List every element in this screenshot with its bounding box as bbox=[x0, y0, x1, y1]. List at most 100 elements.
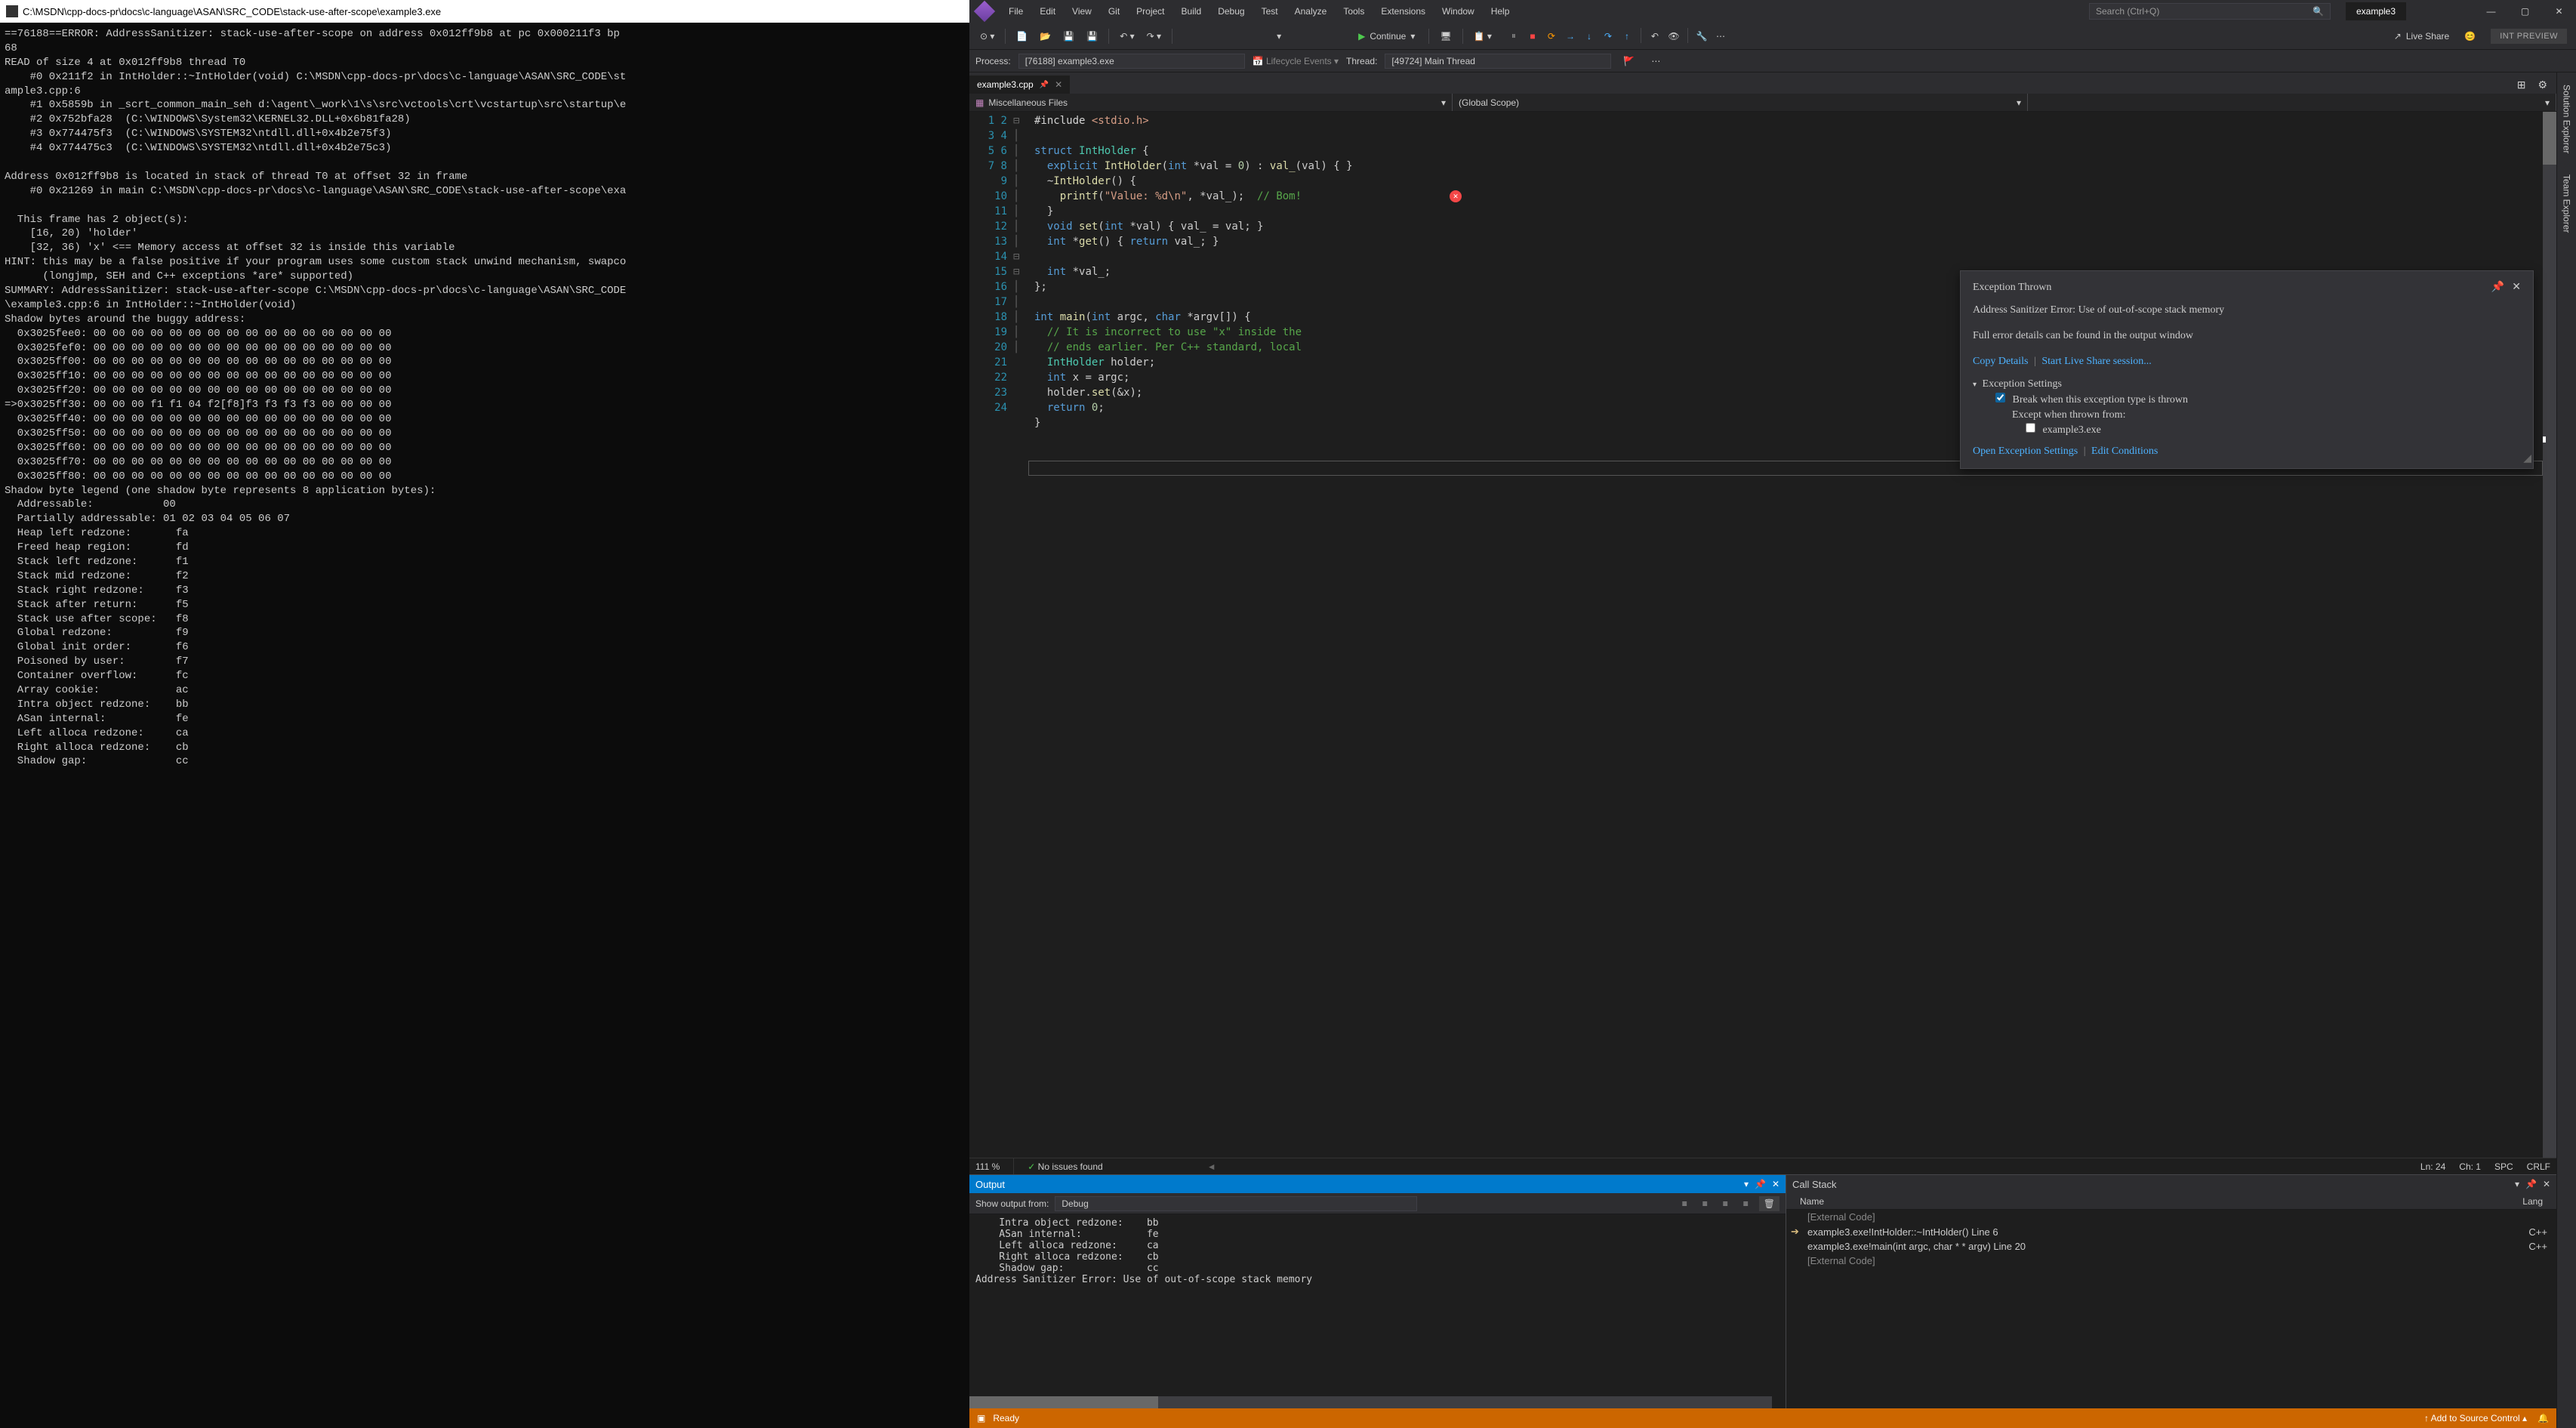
window-menu-icon[interactable]: ▾ bbox=[2515, 1179, 2519, 1189]
pin-popup-icon[interactable]: 📌 bbox=[2491, 280, 2504, 295]
pin-icon[interactable]: 📌 bbox=[2525, 1179, 2537, 1189]
callstack-columns[interactable]: Name Lang bbox=[1786, 1193, 2556, 1210]
close-button[interactable]: ✕ bbox=[2542, 0, 2576, 23]
minimize-button[interactable]: — bbox=[2474, 0, 2508, 23]
split-window-button[interactable]: ⊞ bbox=[2513, 76, 2531, 94]
resize-grip-icon[interactable]: ◢ bbox=[2523, 452, 2531, 467]
add-source-control-button[interactable]: ↑ Add to Source Control ▴ bbox=[2424, 1413, 2527, 1423]
copy-details-link[interactable]: Copy Details bbox=[1973, 356, 2029, 367]
solution-name-tab[interactable]: example3 bbox=[2346, 2, 2406, 20]
char-indicator[interactable]: Ch: 1 bbox=[2459, 1161, 2481, 1172]
menu-git[interactable]: Git bbox=[1101, 3, 1127, 20]
save-button[interactable]: 💾 bbox=[1058, 29, 1079, 44]
pin-icon[interactable]: 📌 bbox=[1755, 1179, 1766, 1189]
process-dropdown[interactable]: [76188] example3.exe bbox=[1018, 54, 1245, 69]
feedback-button[interactable]: 😊 bbox=[2460, 29, 2480, 44]
menu-edit[interactable]: Edit bbox=[1032, 3, 1063, 20]
clear-button[interactable]: 🗑 bbox=[1759, 1196, 1779, 1211]
callstack-frame[interactable]: ➔example3.exe!IntHolder::~IntHolder() Li… bbox=[1786, 1224, 2556, 1239]
menu-window[interactable]: Window bbox=[1434, 3, 1482, 20]
open-file-button[interactable]: 📂 bbox=[1035, 29, 1055, 44]
stop-button[interactable]: ■ bbox=[1524, 28, 1541, 45]
nav-back-button[interactable]: ⊙ ▾ bbox=[975, 29, 999, 44]
line-indicator[interactable]: Ln: 24 bbox=[2420, 1161, 2445, 1172]
close-icon[interactable]: ✕ bbox=[1772, 1179, 1779, 1189]
show-next-button[interactable]: → bbox=[1562, 28, 1579, 45]
lifecycle-events[interactable]: 📅 Lifecycle Events ▾ bbox=[1253, 56, 1339, 66]
pin-icon[interactable]: 📌 bbox=[1040, 81, 1049, 89]
script-button[interactable]: 📋 ▾ bbox=[1469, 29, 1496, 44]
nav-project-dropdown[interactable]: ▦ Miscellaneous Files ▾ bbox=[969, 94, 1453, 111]
menu-file[interactable]: File bbox=[1001, 3, 1031, 20]
menu-help[interactable]: Help bbox=[1484, 3, 1518, 20]
output-text[interactable]: Intra object redzone: bb ASan internal: … bbox=[969, 1214, 1786, 1396]
more-button[interactable]: ⋯ bbox=[1712, 28, 1729, 45]
output-header[interactable]: Output ▾ 📌 ✕ bbox=[969, 1175, 1786, 1193]
step-back-button[interactable]: ↶ bbox=[1647, 28, 1663, 45]
output-btn-2[interactable]: ≡ bbox=[1698, 1196, 1712, 1211]
save-all-button[interactable]: 💾 bbox=[1082, 29, 1102, 44]
stack-frame-button[interactable]: ⋯ bbox=[1647, 54, 1665, 69]
nav-member-dropdown[interactable]: ▾ bbox=[2028, 94, 2556, 111]
callstack-frame[interactable]: example3.exe!main(int argc, char * * arg… bbox=[1786, 1239, 2556, 1254]
step-into-button[interactable]: ↓ bbox=[1581, 28, 1598, 45]
flag-button[interactable]: 🚩 bbox=[1619, 54, 1639, 69]
pause-button[interactable]: ⏸ bbox=[1505, 28, 1522, 45]
callstack-frame[interactable]: [External Code] bbox=[1786, 1210, 2556, 1224]
close-popup-icon[interactable]: ✕ bbox=[2512, 280, 2521, 295]
editor-vertical-scrollbar[interactable] bbox=[2543, 112, 2556, 1158]
chevron-down-icon[interactable]: ▾ bbox=[1973, 381, 1977, 389]
start-live-share-link[interactable]: Start Live Share session... bbox=[2041, 356, 2151, 367]
menu-extensions[interactable]: Extensions bbox=[1373, 3, 1433, 20]
window-menu-icon[interactable]: ▾ bbox=[1744, 1179, 1749, 1189]
issues-status[interactable]: No issues found bbox=[1038, 1161, 1103, 1172]
edit-conditions-link[interactable]: Edit Conditions bbox=[2091, 446, 2158, 457]
config-dropdown[interactable] bbox=[1179, 34, 1269, 39]
zoom-level[interactable]: 111 % bbox=[975, 1161, 1000, 1172]
callstack-frame[interactable]: [External Code] bbox=[1786, 1254, 2556, 1268]
line-ending-indicator[interactable]: CRLF bbox=[2527, 1161, 2550, 1172]
code-editor[interactable]: 1 2 3 4 5 6 7 8 9 10 11 12 13 14 15 16 1… bbox=[969, 112, 2556, 1158]
menu-debug[interactable]: Debug bbox=[1210, 3, 1252, 20]
break-when-thrown-checkbox[interactable] bbox=[1995, 393, 2005, 402]
undo-button[interactable]: ↶ ▾ bbox=[1115, 29, 1139, 44]
menu-tools[interactable]: Tools bbox=[1336, 3, 1372, 20]
close-icon[interactable]: ✕ bbox=[2543, 1179, 2550, 1189]
redo-button[interactable]: ↷ ▾ bbox=[1142, 29, 1166, 44]
menu-project[interactable]: Project bbox=[1129, 3, 1172, 20]
call-stack-header[interactable]: Call Stack ▾ 📌 ✕ bbox=[1786, 1175, 2556, 1193]
watch-button[interactable]: 👁 bbox=[1665, 28, 1682, 45]
breakpoint-margin[interactable] bbox=[969, 112, 983, 1158]
close-tab-icon[interactable]: ✕ bbox=[1055, 79, 1062, 90]
step-out-button[interactable]: ↑ bbox=[1619, 28, 1635, 45]
code-content[interactable]: #include <stdio.h> struct IntHolder { ex… bbox=[1025, 112, 2543, 1158]
hscroll-left[interactable]: ◄ bbox=[1207, 1161, 1216, 1172]
callstack-body[interactable]: [External Code]➔example3.exe!IntHolder::… bbox=[1786, 1210, 2556, 1408]
open-exception-settings-link[interactable]: Open Exception Settings bbox=[1973, 446, 2078, 457]
restart-button[interactable]: ⟳ bbox=[1543, 28, 1560, 45]
menu-view[interactable]: View bbox=[1065, 3, 1099, 20]
notifications-button[interactable]: 🔔 bbox=[2537, 1413, 2549, 1423]
spaces-indicator[interactable]: SPC bbox=[2494, 1161, 2513, 1172]
document-tab-example3[interactable]: example3.cpp 📌 ✕ bbox=[969, 76, 1070, 94]
thread-dropdown[interactable]: [49724] Main Thread bbox=[1385, 54, 1611, 69]
output-btn-1[interactable]: ≡ bbox=[1678, 1196, 1692, 1211]
outlining-margin[interactable]: ⊟ │ │ │ │ │ │ │ │ ⊟ ⊟ │ │ │ │ │ bbox=[1013, 112, 1025, 1158]
tab-options-button[interactable]: ⚙ bbox=[2533, 76, 2552, 94]
step-over-button[interactable]: ↷ bbox=[1600, 28, 1616, 45]
team-explorer-tab[interactable]: Team Explorer bbox=[2560, 170, 2574, 237]
except-module-checkbox[interactable] bbox=[2026, 423, 2035, 433]
live-share-button[interactable]: ↗ Live Share bbox=[2386, 29, 2457, 44]
output-horizontal-scrollbar[interactable] bbox=[969, 1396, 1772, 1408]
continue-button[interactable]: ▶ Continue ▾ bbox=[1351, 29, 1422, 44]
solution-explorer-tab[interactable]: Solution Explorer bbox=[2560, 80, 2574, 158]
word-wrap-button[interactable]: ≡ bbox=[1739, 1196, 1753, 1211]
platform-dropdown[interactable]: ▾ bbox=[1272, 29, 1348, 44]
console-titlebar[interactable]: C:\MSDN\cpp-docs-pr\docs\c-language\ASAN… bbox=[0, 0, 969, 23]
nav-scope-dropdown[interactable]: (Global Scope) ▾ bbox=[1453, 94, 2028, 111]
menu-build[interactable]: Build bbox=[1174, 3, 1209, 20]
new-file-button[interactable]: 📄 bbox=[1012, 29, 1032, 44]
menu-test[interactable]: Test bbox=[1254, 3, 1286, 20]
menu-analyze[interactable]: Analyze bbox=[1287, 3, 1335, 20]
maximize-button[interactable]: ▢ bbox=[2508, 0, 2542, 23]
